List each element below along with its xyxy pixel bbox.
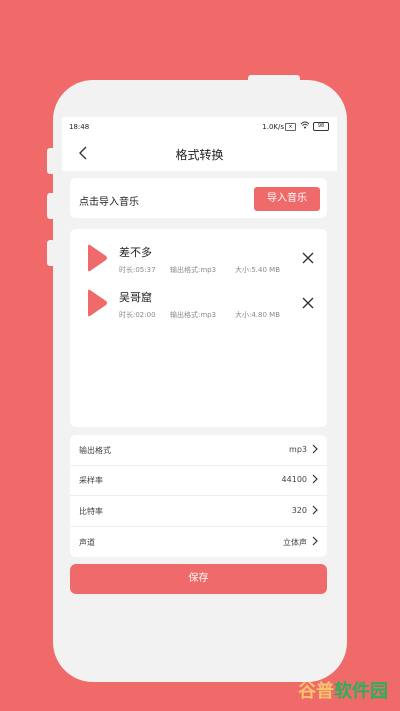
file-duration: 时长:02:00 [119,311,156,319]
import-label: 点击导入音乐 [79,197,139,208]
setting-label: 输出格式 [79,446,111,455]
chevron-right-icon [312,536,318,546]
file-name: 差不多 [119,246,152,259]
import-music-button[interactable]: 导入音乐 [254,187,320,211]
page-title: 格式转换 [175,148,224,162]
remove-file-button[interactable] [301,250,315,264]
import-card: 点击导入音乐 导入音乐 [70,178,327,218]
battery-icon: 98 [313,122,329,131]
setting-bit-rate[interactable]: 比特率 320 [70,496,327,527]
file-format: 输出格式:mp3 [170,266,217,274]
settings-list: 输出格式 mp3 采样率 44100 比特率 320 声道 立体声 [70,435,327,557]
chevron-right-icon [312,474,318,484]
wifi-icon [300,121,310,131]
setting-label: 声道 [79,538,95,547]
network-speed: 1.0K/s [262,123,284,131]
setting-value: 立体声 [283,538,307,547]
setting-output-format[interactable]: 输出格式 mp3 [70,435,327,466]
close-icon [302,297,314,309]
setting-label: 采样率 [79,476,103,485]
chevron-right-icon [312,505,318,515]
watermark-logo: 谷普软件园 [298,677,388,703]
file-format: 输出格式:mp3 [170,311,217,319]
setting-value: mp3 [289,445,307,454]
file-list: 差不多 时长:05:37 输出格式:mp3 大小:5.40 MB 吴哥窟 时长:… [70,229,327,427]
watermark-part1: 谷普 [298,681,334,702]
list-item[interactable]: 差不多 时长:05:37 输出格式:mp3 大小:5.40 MB [70,239,327,279]
setting-value: 320 [291,506,307,515]
list-item[interactable]: 吴哥窟 时长:02:00 输出格式:mp3 大小:4.80 MB [70,284,327,324]
setting-channel[interactable]: 声道 立体声 [70,527,327,557]
save-button[interactable]: 保存 [70,564,327,594]
setting-value: 44100 [281,475,307,484]
app-screen: 18:48 1.0K/s × 98 格式转换 点击导入音乐 导入音乐 差不多 时… [62,117,337,627]
sim-icon: × [285,123,296,131]
remove-file-button[interactable] [301,295,315,309]
file-size: 大小:4.80 MB [235,311,281,319]
chevron-right-icon [312,444,318,454]
setting-sample-rate[interactable]: 采样率 44100 [70,465,327,496]
nav-bar: 格式转换 [62,137,337,171]
file-name: 吴哥窟 [119,291,152,304]
file-duration: 时长:05:37 [119,266,156,274]
watermark-part2: 软件园 [334,681,388,702]
setting-label: 比特率 [79,507,103,516]
file-size: 大小:5.40 MB [235,266,281,274]
status-bar: 18:48 1.0K/s × 98 [62,117,337,137]
music-file-icon [84,289,108,317]
close-icon [302,252,314,264]
music-file-icon [84,244,108,272]
status-time: 18:48 [69,123,90,131]
